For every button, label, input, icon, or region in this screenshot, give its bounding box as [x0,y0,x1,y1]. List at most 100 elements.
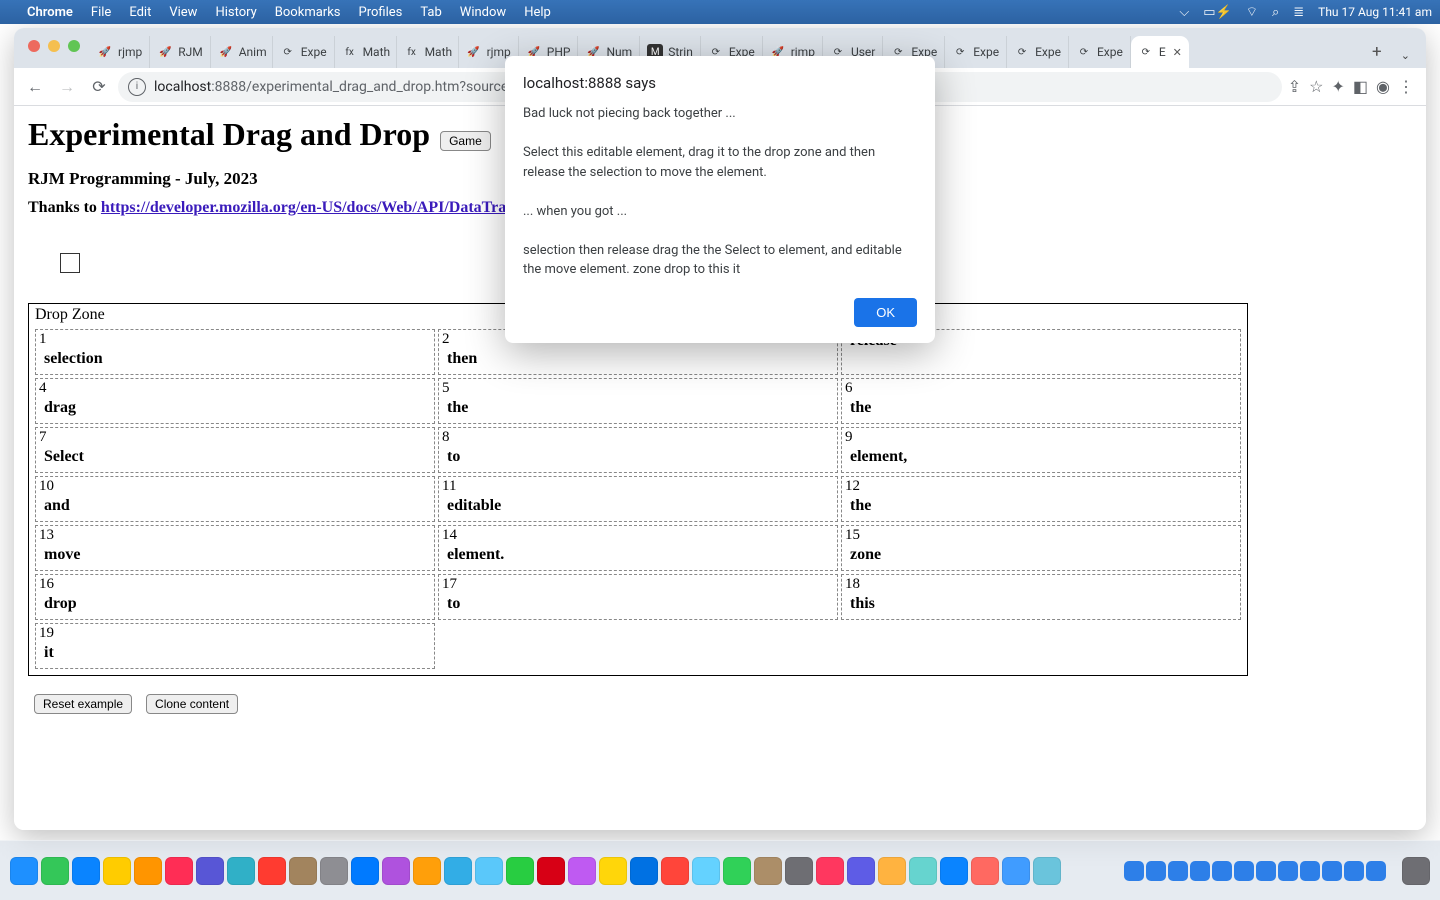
dock-minimized-window[interactable] [1146,861,1166,881]
dropzone-cell[interactable]: 11editable [438,476,838,522]
dock-minimized-window[interactable] [1168,861,1188,881]
back-button[interactable]: ← [22,74,48,100]
extensions-icon[interactable]: ✦ [1332,77,1345,96]
spotlight-icon[interactable]: ⌕ [1272,5,1279,20]
alert-ok-button[interactable]: OK [854,298,917,327]
dropzone-cell[interactable]: 9element, [841,427,1241,473]
menubar-tab[interactable]: Tab [420,5,441,20]
reset-button[interactable]: Reset example [34,694,132,714]
menubar-history[interactable]: History [215,5,256,20]
dock-app-icon[interactable] [816,857,844,885]
dock-app-icon[interactable] [41,857,69,885]
menubar-view[interactable]: View [169,5,197,20]
dock-minimized-window[interactable] [1322,861,1342,881]
dock-app-icon[interactable] [103,857,131,885]
dropzone-cell[interactable]: 15zone [841,525,1241,571]
dock-app-icon[interactable] [940,857,968,885]
drag-source-box[interactable] [60,253,80,273]
dock-trash-icon[interactable] [1402,857,1430,885]
dock-app-icon[interactable] [351,857,379,885]
dropzone-cell[interactable]: 1selection [35,329,435,375]
dropzone-cell[interactable]: 6the [841,378,1241,424]
new-tab-button[interactable]: + [1363,42,1391,68]
browser-tab[interactable]: fxMath [335,36,397,68]
menubar-clock[interactable]: Thu 17 Aug 11:41 am [1318,5,1432,19]
dock-app-icon[interactable] [382,857,410,885]
dock-app-icon[interactable] [196,857,224,885]
menubar-appname[interactable]: Chrome [27,5,73,20]
dock-minimized-window[interactable] [1300,861,1320,881]
dock-minimized-window[interactable] [1190,861,1210,881]
dock-app-icon[interactable] [72,857,100,885]
dock-minimized-window[interactable] [1212,861,1232,881]
drop-zone[interactable]: Drop Zone 1selection2thenrelease4drag5th… [28,303,1248,676]
dock-minimized-window[interactable] [1344,861,1364,881]
close-tab-icon[interactable]: ✕ [1173,46,1182,59]
dock-app-icon[interactable] [444,857,472,885]
dock-app-icon[interactable] [475,857,503,885]
dock-app-icon[interactable] [723,857,751,885]
dock-app-icon[interactable] [599,857,627,885]
browser-tab[interactable]: ⟳Expe [945,36,1007,68]
dock-app-icon[interactable] [878,857,906,885]
dropzone-cell[interactable]: 10and [35,476,435,522]
control-center-icon[interactable]: ≣ [1293,5,1304,20]
dock-app-icon[interactable] [1002,857,1030,885]
dock-app-icon[interactable] [630,857,658,885]
wifi-icon[interactable]: ⌔ [1246,4,1258,20]
share-icon[interactable]: ⇪ [1288,77,1301,96]
dock-app-icon[interactable] [165,857,193,885]
dropzone-cell[interactable]: 19it [35,623,435,669]
dock-app-icon[interactable] [971,857,999,885]
dock-minimized-window[interactable] [1256,861,1276,881]
menubar-window[interactable]: Window [460,5,506,20]
site-info-icon[interactable]: i [128,78,146,96]
menubar-help[interactable]: Help [524,5,551,20]
dock-app-icon[interactable] [537,857,565,885]
dock-app-icon[interactable] [1033,857,1061,885]
dock-minimized-window[interactable] [1278,861,1298,881]
dock-app-icon[interactable] [134,857,162,885]
dropzone-cell[interactable]: 5the [438,378,838,424]
dropzone-cell[interactable]: 12the [841,476,1241,522]
dock-app-icon[interactable] [10,857,38,885]
dock-app-icon[interactable] [413,857,441,885]
bluetooth-icon[interactable]: ⌵ [1179,5,1189,20]
browser-tab[interactable]: fxMath [397,36,459,68]
dropzone-cell[interactable]: 7Select [35,427,435,473]
dock-app-icon[interactable] [568,857,596,885]
close-window-button[interactable] [28,40,40,52]
dock-app-icon[interactable] [692,857,720,885]
browser-tab[interactable]: ⟳E✕ [1131,36,1189,68]
battery-icon[interactable]: ▭⚡ [1203,5,1231,20]
dropzone-cell[interactable]: 8to [438,427,838,473]
dropzone-cell[interactable]: 13move [35,525,435,571]
dock-app-icon[interactable] [320,857,348,885]
dock-app-icon[interactable] [754,857,782,885]
dock-app-icon[interactable] [909,857,937,885]
browser-tab[interactable]: ⟳Expe [1069,36,1131,68]
menubar-edit[interactable]: Edit [129,5,151,20]
browser-tab[interactable]: 🚀RJM [150,36,211,68]
dropzone-cell[interactable]: 16drop [35,574,435,620]
show-all-tabs-button[interactable]: ⌄ [1391,49,1420,68]
game-button[interactable]: Game [440,131,491,151]
dock-app-icon[interactable] [785,857,813,885]
dock-app-icon[interactable] [289,857,317,885]
reload-button[interactable]: ⟳ [86,74,112,100]
zoom-window-button[interactable] [68,40,80,52]
menubar-bookmarks[interactable]: Bookmarks [275,5,341,20]
dock-minimized-window[interactable] [1124,861,1144,881]
sidepanel-icon[interactable]: ◧ [1353,77,1368,96]
dropzone-cell[interactable]: 14element. [438,525,838,571]
browser-tab[interactable]: ⟳Expe [1007,36,1069,68]
dock-app-icon[interactable] [258,857,286,885]
profile-icon[interactable]: ◉ [1376,77,1390,96]
dropzone-cell[interactable]: 18this [841,574,1241,620]
dock-app-icon[interactable] [227,857,255,885]
minimize-window-button[interactable] [48,40,60,52]
dock-minimized-window[interactable] [1366,861,1386,881]
dock-app-icon[interactable] [847,857,875,885]
clone-button[interactable]: Clone content [146,694,238,714]
dropzone-cell[interactable]: 4drag [35,378,435,424]
